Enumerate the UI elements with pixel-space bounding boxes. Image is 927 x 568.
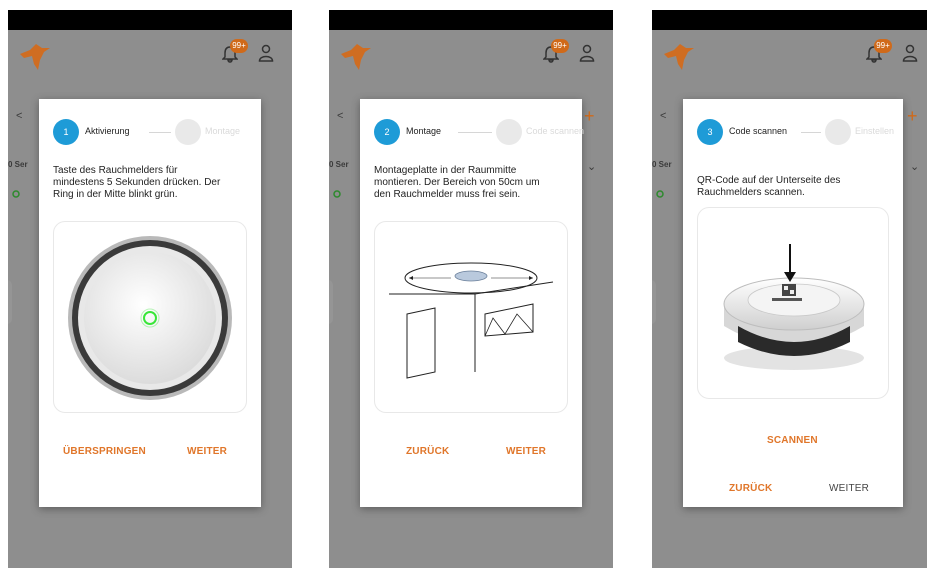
phone-screen-2: 99+ < 0 Ser ⌄ + 2 Montage Code scannen M… <box>329 10 613 568</box>
app-bar: 99+ <box>8 30 292 90</box>
step-label-active: Code scannen <box>729 126 788 136</box>
step-number-badge: 1 <box>53 119 79 145</box>
status-bar <box>329 10 613 30</box>
step-next-badge <box>175 119 201 145</box>
setup-dialog-step-1: 1 Aktivierung Montage Taste des Rauchmel… <box>39 99 261 507</box>
instruction-text: Montageplatte in der Raummitte montieren… <box>374 165 540 201</box>
skip-button[interactable]: ÜBERSPRINGEN <box>63 446 146 457</box>
phone-screen-3: 99+ < 0 Ser ⌄ + 3 Code scannen Einstelle… <box>652 10 927 568</box>
chevron-down-icon[interactable]: ⌄ <box>910 160 927 173</box>
notification-badge: 99+ <box>230 39 248 53</box>
scan-button[interactable]: SCANNEN <box>767 435 818 446</box>
instruction-line: Taste des Rauchmelders für <box>53 165 178 176</box>
setup-dialog-step-2: 2 Montage Code scannen Montageplatte in … <box>360 99 585 507</box>
instruction-line: montieren. Der Bereich von 50cm um <box>374 177 540 188</box>
stepper-connector <box>149 132 171 133</box>
bell-icon[interactable]: 99+ <box>221 39 248 68</box>
instruction-line: QR-Code auf der Unterseite des <box>697 175 841 186</box>
step-label-next: Code scannen <box>526 126 585 136</box>
background-card <box>329 280 333 324</box>
plus-icon[interactable]: + <box>907 106 927 127</box>
step-label-next: Montage <box>205 126 241 136</box>
plus-icon[interactable]: + <box>584 106 613 127</box>
step-label-active: Montage <box>406 126 442 136</box>
bell-icon[interactable]: 99+ <box>865 39 892 68</box>
notification-badge: 99+ <box>874 39 892 53</box>
step-next-badge <box>825 119 851 145</box>
stepper-connector <box>458 132 492 133</box>
step-label-active: Aktivierung <box>85 126 130 136</box>
user-icon[interactable] <box>902 44 918 67</box>
app-bar: 99+ <box>329 30 613 90</box>
app-bar: 99+ <box>652 30 927 90</box>
instruction-line: den Rauchmelder muss frei sein. <box>374 189 521 200</box>
bell-icon[interactable]: 99+ <box>542 39 569 68</box>
instruction-text: Taste des Rauchmelders für mindestens 5 … <box>53 165 220 201</box>
instruction-line: Montageplatte in der Raummitte <box>374 165 517 176</box>
step-number-badge: 2 <box>374 119 400 145</box>
background-card <box>652 280 656 324</box>
stepper-connector <box>801 132 821 133</box>
background-card <box>8 280 12 324</box>
logo-icon[interactable] <box>339 42 373 72</box>
notification-badge: 99+ <box>551 39 569 53</box>
phone-screen-1: 99+ < 0 Ser 1 Aktivierung Montage Taste … <box>8 10 292 568</box>
smoke-detector-qr-illustration <box>697 207 889 399</box>
instruction-line: Ring in der Mitte blinkt grün. <box>53 189 178 200</box>
instruction-line: Rauchmelders scannen. <box>697 187 805 198</box>
back-button[interactable]: ZURÜCK <box>406 446 449 457</box>
step-number-badge: 3 <box>697 119 723 145</box>
status-bar <box>652 10 927 30</box>
next-button[interactable]: WEITER <box>187 446 227 457</box>
mounting-room-illustration <box>374 221 568 413</box>
chevron-down-icon[interactable]: ⌄ <box>587 160 613 173</box>
setup-dialog-step-3: 3 Code scannen Einstellen QR-Code auf de… <box>683 99 903 507</box>
next-button[interactable]: WEITER <box>829 483 869 494</box>
back-button[interactable]: ZURÜCK <box>729 483 772 494</box>
status-bar <box>8 10 292 30</box>
user-icon[interactable] <box>258 44 274 67</box>
instruction-line: mindestens 5 Sekunden drücken. Der <box>53 177 221 188</box>
instruction-text: QR-Code auf der Unterseite des Rauchmeld… <box>697 175 840 199</box>
step-label-next: Einstellen <box>855 126 895 136</box>
user-icon[interactable] <box>579 44 595 67</box>
next-button[interactable]: WEITER <box>506 446 546 457</box>
logo-icon[interactable] <box>662 42 696 72</box>
smoke-detector-top-illustration <box>53 221 247 413</box>
step-next-badge <box>496 119 522 145</box>
logo-icon[interactable] <box>18 42 52 72</box>
